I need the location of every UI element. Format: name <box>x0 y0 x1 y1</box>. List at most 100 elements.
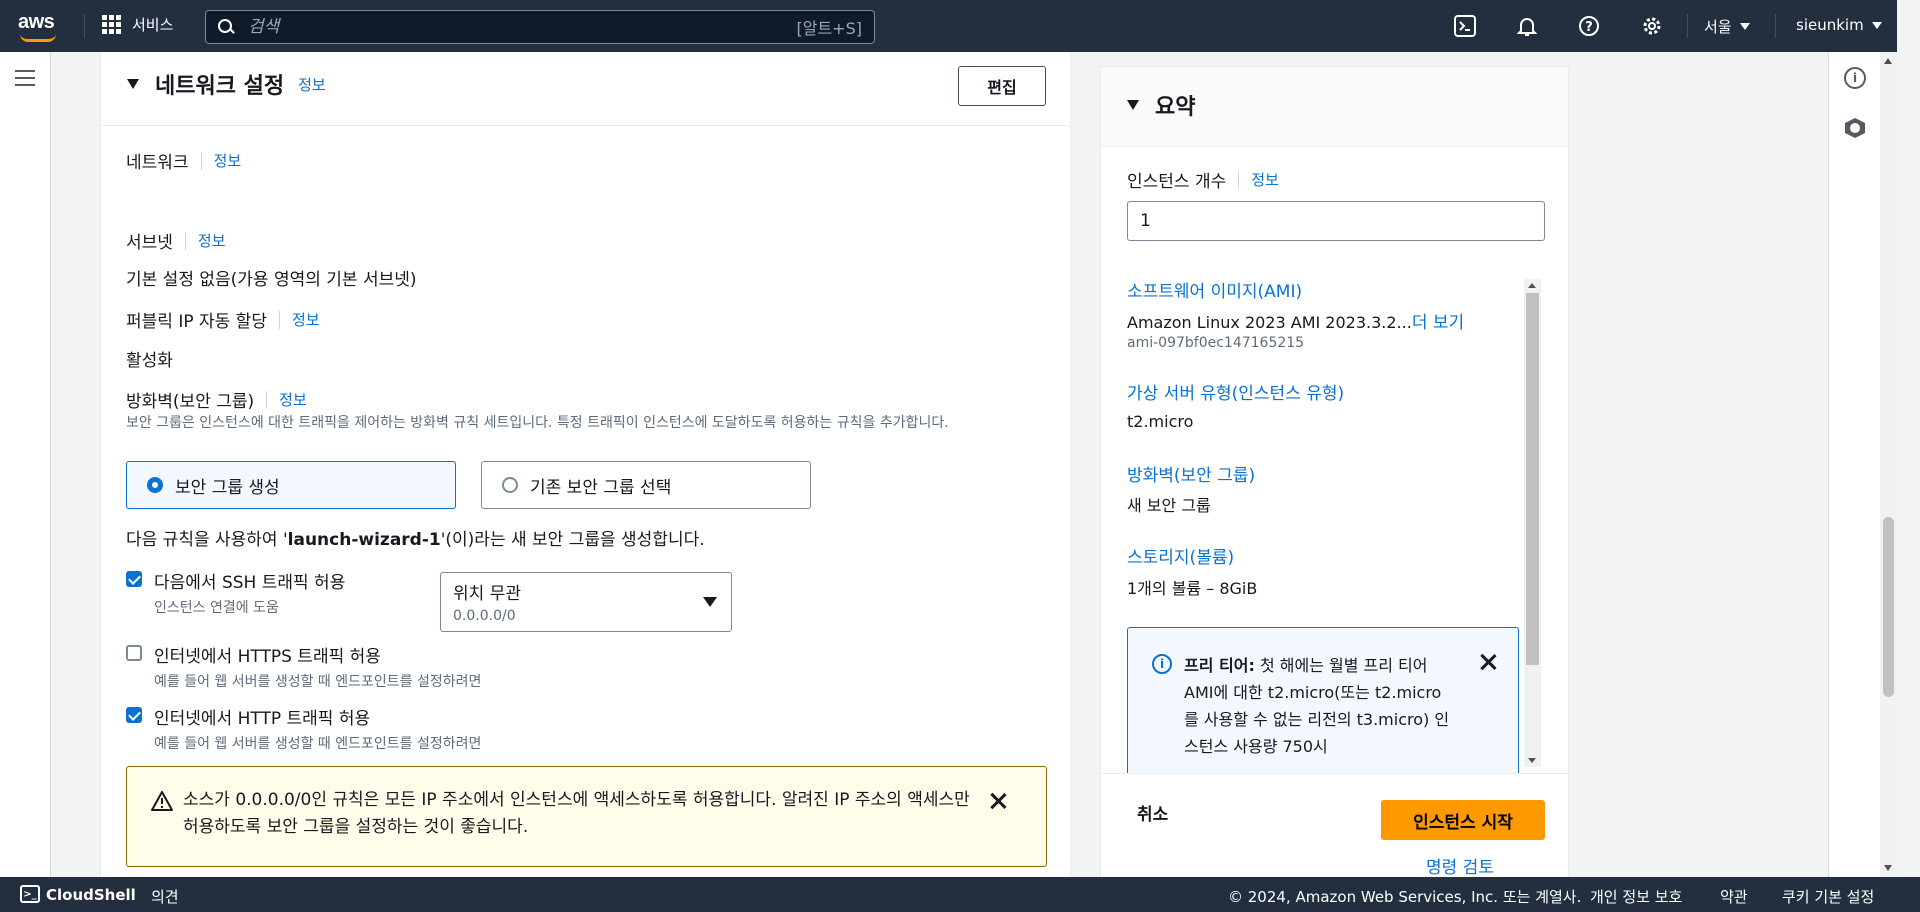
info-link[interactable]: 정보 <box>279 389 307 410</box>
ssh-source-select[interactable]: 위치 무관 0.0.0.0/0 <box>440 572 732 632</box>
left-rail <box>0 52 51 877</box>
summary-heading[interactable]: 요약 <box>1127 89 1195 121</box>
firewall-link[interactable]: 방화벽(보안 그룹) <box>1127 461 1255 486</box>
instance-count-label-row: 인스턴스 개수 정보 <box>1127 167 1279 192</box>
search-icon <box>218 19 234 35</box>
free-tier-title: 프리 티어: <box>1184 656 1255 675</box>
ssh-source-value: 위치 무관 <box>453 584 521 604</box>
account-menu[interactable]: sieunkim <box>1796 16 1882 34</box>
dropdown-caret-icon <box>703 597 717 607</box>
http-label: 인터넷에서 HTTP 트래픽 허용 <box>154 709 371 729</box>
info-link[interactable]: 정보 <box>1251 169 1279 190</box>
aws-logo[interactable]: aws <box>18 12 62 42</box>
page-scrollbar[interactable] <box>1880 52 1897 877</box>
https-checkbox[interactable] <box>126 645 142 661</box>
panel-header: 네트워크 설정 정보 편집 <box>101 52 1070 126</box>
right-rail: i <box>1828 52 1880 877</box>
feedback-link[interactable]: 의견 <box>151 886 179 907</box>
summary-scrollbar[interactable] <box>1524 279 1541 767</box>
close-icon[interactable] <box>1478 652 1498 672</box>
aws-smile-icon <box>20 34 56 42</box>
subnet-value: 기본 설정 없음(가용 영역의 기본 서브넷) <box>126 270 417 290</box>
info-link[interactable]: 정보 <box>198 230 226 251</box>
hexagon-icon[interactable] <box>1845 118 1865 138</box>
https-description: 예를 들어 웹 서버를 생성할 때 엔드포인트를 설정하려면 <box>154 674 482 690</box>
region-label: 서울 <box>1704 18 1732 36</box>
svg-text:?: ? <box>1585 20 1593 35</box>
http-description: 예를 들어 웹 서버를 생성할 때 엔드포인트를 설정하려면 <box>154 736 482 752</box>
storage-value: 1개의 볼륨 – 8GiB <box>1127 579 1258 598</box>
ami-value-row: Amazon Linux 2023 AMI 2023.3.2...더 보기 <box>1127 308 1464 333</box>
divider <box>184 231 186 250</box>
ami-id: ami-097bf0ec147165215 <box>1127 335 1305 351</box>
subnet-label: 서브넷 <box>126 233 173 253</box>
cloudshell-footer-icon[interactable]: >_ <box>20 885 40 903</box>
create-security-group-option[interactable]: 보안 그룹 생성 <box>126 461 456 509</box>
ssh-checkbox[interactable] <box>126 571 142 587</box>
bell-icon[interactable] <box>1515 14 1539 38</box>
network-settings-heading[interactable]: 네트워크 설정 정보 <box>127 68 326 100</box>
scroll-up-icon[interactable] <box>1528 283 1536 288</box>
help-icon[interactable]: ? <box>1577 14 1601 38</box>
network-label-row: 네트워크 정보 <box>126 148 241 173</box>
caret-down-icon <box>1871 21 1882 29</box>
nav-divider <box>1687 14 1688 38</box>
sg-note-suffix: '(이)라는 새 보안 그룹을 생성합니다. <box>440 530 705 550</box>
gear-icon[interactable] <box>1640 14 1664 38</box>
ssh-rule-row: 다음에서 SSH 트래픽 허용 인스턴스 연결에 도움 <box>126 568 345 617</box>
cloudshell-icon[interactable] <box>1453 14 1477 38</box>
sg-name: launch-wizard-1 <box>287 530 441 550</box>
hamburger-menu-icon[interactable] <box>15 70 35 86</box>
summary-header: 요약 <box>1101 67 1568 147</box>
instance-count-input[interactable] <box>1127 201 1545 241</box>
services-label: 서비스 <box>132 16 174 34</box>
review-commands-link[interactable]: 명령 검토 <box>1426 853 1494 877</box>
search-box[interactable]: [알트+S] <box>205 10 875 44</box>
http-rule-row: 인터넷에서 HTTP 트래픽 허용 예를 들어 웹 서버를 생성할 때 엔드포인… <box>126 704 481 753</box>
aws-logo-text: aws <box>18 11 55 33</box>
collapse-caret-icon <box>127 79 139 89</box>
storage-link[interactable]: 스토리지(볼륨) <box>1127 543 1234 568</box>
scrollbar-thumb[interactable] <box>1526 293 1539 665</box>
divider <box>278 310 280 329</box>
collapse-caret-icon <box>1127 100 1139 110</box>
create-sg-label: 보안 그룹 생성 <box>175 477 280 498</box>
radio-unselected[interactable] <box>502 477 518 493</box>
scrollbar-thumb[interactable] <box>1883 517 1894 697</box>
scroll-down-icon[interactable] <box>1528 758 1536 763</box>
services-menu-button[interactable]: 서비스 <box>102 14 173 35</box>
terms-link[interactable]: 약관 <box>1720 886 1748 907</box>
instance-type-link[interactable]: 가상 서버 유형(인스턴스 유형) <box>1127 379 1344 404</box>
instance-count-label: 인스턴스 개수 <box>1127 172 1227 192</box>
close-icon[interactable] <box>988 791 1008 811</box>
free-tier-text: 프리 티어: 첫 해에는 월별 프리 티어 AMI에 대한 t2.micro(또… <box>1184 652 1454 760</box>
region-selector[interactable]: 서울 <box>1704 16 1750 37</box>
copyright-text: © 2024, Amazon Web Services, Inc. 또는 계열사… <box>1228 888 1582 906</box>
window-edge <box>1897 0 1920 912</box>
sg-note-prefix: 다음 규칙을 사용하여 ' <box>126 530 288 550</box>
scroll-up-icon[interactable] <box>1884 58 1892 64</box>
ssh-cidr: 0.0.0.0/0 <box>453 608 516 624</box>
cancel-button[interactable]: 취소 <box>1137 800 1168 825</box>
launch-instance-button[interactable]: 인스턴스 시작 <box>1381 800 1545 840</box>
edit-button[interactable]: 편집 <box>958 66 1046 106</box>
info-panel-icon[interactable]: i <box>1844 67 1866 89</box>
warning-icon <box>151 791 173 811</box>
select-sg-label: 기존 보안 그룹 선택 <box>530 477 672 498</box>
scroll-down-icon[interactable] <box>1884 865 1892 871</box>
ami-more-link[interactable]: 더 보기 <box>1412 313 1464 333</box>
ami-link[interactable]: 소프트웨어 이미지(AMI) <box>1127 277 1302 302</box>
firewall-description: 보안 그룹은 인스턴스에 대한 트래픽을 제어하는 방화벽 규칙 세트입니다. … <box>126 415 949 431</box>
info-link[interactable]: 정보 <box>292 309 320 330</box>
nav-divider <box>1775 14 1776 38</box>
radio-selected[interactable] <box>147 477 163 493</box>
select-existing-sg-option[interactable]: 기존 보안 그룹 선택 <box>481 461 811 509</box>
cookie-preferences-link[interactable]: 쿠키 기본 설정 <box>1782 886 1874 907</box>
search-input[interactable] <box>248 17 797 37</box>
cloudshell-link[interactable]: CloudShell <box>46 886 136 904</box>
privacy-link[interactable]: 개인 정보 보호 <box>1590 886 1682 907</box>
instance-type-value: t2.micro <box>1127 412 1194 431</box>
http-checkbox[interactable] <box>126 707 142 723</box>
info-link[interactable]: 정보 <box>298 74 326 95</box>
info-link[interactable]: 정보 <box>214 150 242 171</box>
